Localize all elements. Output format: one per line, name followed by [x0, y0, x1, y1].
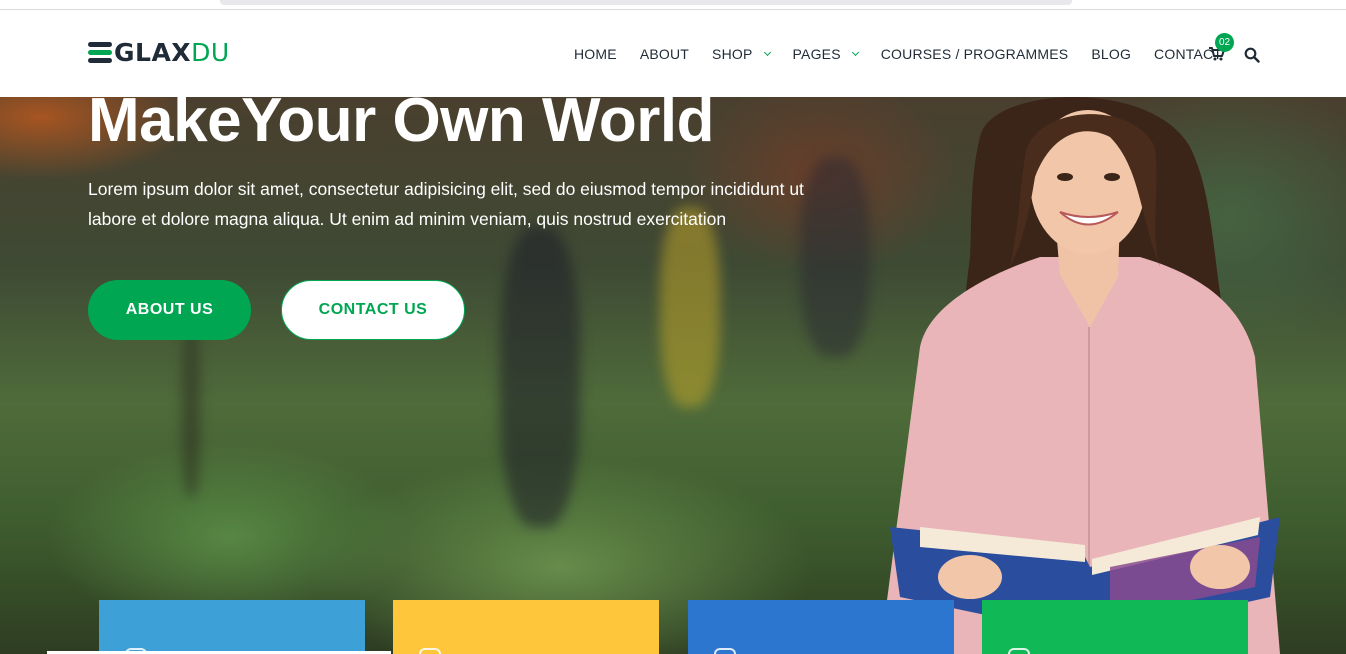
nav-item-shop[interactable]: SHOP [712, 46, 771, 62]
feature-tile[interactable] [99, 600, 365, 654]
background-person-blur [500, 227, 580, 527]
search-icon[interactable] [1244, 47, 1260, 63]
feature-tiles [0, 600, 1346, 654]
cart-count-badge: 02 [1215, 33, 1234, 52]
logo-text: GLAXDU [114, 39, 230, 67]
student-with-book-image [880, 97, 1280, 654]
nav-item-courses[interactable]: COURSES / PROGRAMMES [881, 46, 1069, 62]
nav-item-label: COURSES / PROGRAMMES [880, 46, 1069, 62]
site-logo[interactable]: GLAXDU [88, 39, 230, 67]
site-header: GLAXDU HOME ABOUT SHOP PAGES COURSES / P… [0, 10, 1346, 97]
about-us-button[interactable]: ABOUT US [88, 280, 251, 340]
chevron-down-icon [851, 48, 859, 57]
nav-item-label: SHOP [712, 46, 753, 62]
main-nav: HOME ABOUT SHOP PAGES COURSES / PROGRAMM… [574, 44, 1222, 64]
feature-tile[interactable] [982, 600, 1248, 654]
nav-item-label: BLOG [1091, 46, 1132, 62]
nav-item-about[interactable]: ABOUT [640, 46, 689, 62]
nav-item-home[interactable]: HOME [574, 46, 617, 62]
nav-item-pages[interactable]: PAGES [792, 46, 859, 62]
hero-banner: MakeYour Own World Lorem ipsum dolor sit… [0, 97, 1346, 654]
feature-tile[interactable] [688, 600, 954, 654]
tile-icon [714, 648, 736, 654]
nav-item-blog[interactable]: BLOG [1091, 46, 1131, 62]
logo-text-part1: GLAX [114, 38, 192, 67]
browser-top-strip [0, 0, 1346, 10]
background-person-blur [660, 207, 720, 407]
nav-item-label: ABOUT [639, 46, 690, 62]
background-post-blur [182, 327, 200, 497]
hero-description: Lorem ipsum dolor sit amet, consectetur … [88, 179, 804, 229]
tile-icon [1008, 648, 1030, 654]
hero-title: MakeYour Own World [88, 97, 715, 155]
feature-tile[interactable] [393, 600, 659, 654]
logo-mark-icon [88, 42, 112, 64]
nav-item-label: HOME [574, 46, 617, 62]
logo-text-part2: DU [191, 38, 230, 67]
horizontal-scrollbar[interactable] [220, 0, 1072, 5]
tile-icon [419, 648, 441, 654]
nav-item-label: PAGES [792, 46, 841, 62]
chevron-down-icon [763, 48, 771, 57]
contact-us-button[interactable]: CONTACT US [281, 280, 465, 340]
